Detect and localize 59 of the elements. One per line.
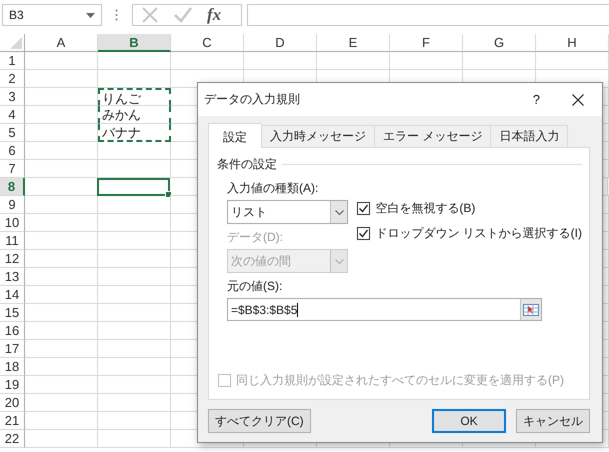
- row-header[interactable]: 10: [0, 214, 25, 232]
- checkbox[interactable]: [357, 227, 370, 240]
- row-header[interactable]: 8: [0, 178, 25, 196]
- fill-handle[interactable]: [165, 191, 172, 198]
- chevron-icon: [334, 258, 344, 264]
- row-header[interactable]: 6: [0, 142, 25, 160]
- active-cell[interactable]: [97, 178, 170, 196]
- row-header[interactable]: 14: [0, 286, 25, 304]
- column-header[interactable]: B: [98, 34, 171, 52]
- row-header[interactable]: 2: [0, 70, 25, 88]
- insert-function-button[interactable]: fx: [207, 5, 222, 25]
- row-header[interactable]: 21: [0, 412, 25, 430]
- row-header[interactable]: 5: [0, 124, 25, 142]
- check-icon[interactable]: [173, 6, 193, 24]
- row-header[interactable]: 13: [0, 268, 25, 286]
- chevron-icon: [334, 210, 344, 214]
- row-header[interactable]: 20: [0, 394, 25, 412]
- column-header[interactable]: E: [317, 34, 390, 52]
- checkbox-label[interactable]: ドロップダウン リストから選択する(I): [375, 225, 582, 242]
- allow-dropdown[interactable]: リスト: [227, 200, 348, 224]
- row-header[interactable]: 4: [0, 106, 25, 124]
- checkbox-label[interactable]: 空白を無視する(B): [375, 200, 476, 217]
- column-header[interactable]: F: [390, 34, 463, 52]
- row-header[interactable]: 22: [0, 430, 25, 448]
- row-header[interactable]: 11: [0, 232, 25, 250]
- table-cell: バナナ: [98, 124, 171, 142]
- range-select-button[interactable]: [520, 299, 541, 320]
- row-header[interactable]: 19: [0, 376, 25, 394]
- tab[interactable]: 日本語入力: [490, 125, 568, 147]
- table-cell: りんご: [98, 88, 171, 106]
- row-header[interactable]: 1: [0, 52, 25, 70]
- column-header[interactable]: C: [171, 34, 244, 52]
- dialog-button[interactable]: すべてクリア(C): [208, 409, 311, 433]
- field-label: データ(D):: [227, 229, 284, 246]
- dialog-title: データの入力規則: [204, 91, 301, 108]
- row-header[interactable]: 16: [0, 322, 25, 340]
- source-field[interactable]: =$B$3:$B$5: [227, 298, 542, 321]
- column-header[interactable]: H: [536, 34, 609, 52]
- table-cell: みかん: [98, 106, 171, 124]
- field-label: 元の値(S):: [227, 278, 284, 295]
- row-header[interactable]: 18: [0, 358, 25, 376]
- row-header[interactable]: 17: [0, 340, 25, 358]
- dialog-button[interactable]: キャンセル: [516, 409, 590, 433]
- row-header[interactable]: 3: [0, 88, 25, 106]
- column-header[interactable]: G: [463, 34, 536, 52]
- group-title: 条件の設定: [217, 156, 277, 173]
- row-header[interactable]: 9: [0, 196, 25, 214]
- caret-icon: [86, 12, 95, 18]
- name-box[interactable]: B3: [2, 4, 102, 26]
- tab[interactable]: 設定: [208, 123, 262, 148]
- help-button[interactable]: ?: [532, 92, 540, 107]
- row-header[interactable]: 15: [0, 304, 25, 322]
- column-header[interactable]: D: [244, 34, 317, 52]
- dialog-button[interactable]: OK: [432, 409, 506, 433]
- field-label: 入力値の種類(A):: [227, 180, 320, 197]
- close-icon[interactable]: [572, 94, 584, 106]
- row-header[interactable]: 12: [0, 250, 25, 268]
- checkbox[interactable]: [357, 202, 370, 215]
- more-icon[interactable]: [115, 9, 118, 21]
